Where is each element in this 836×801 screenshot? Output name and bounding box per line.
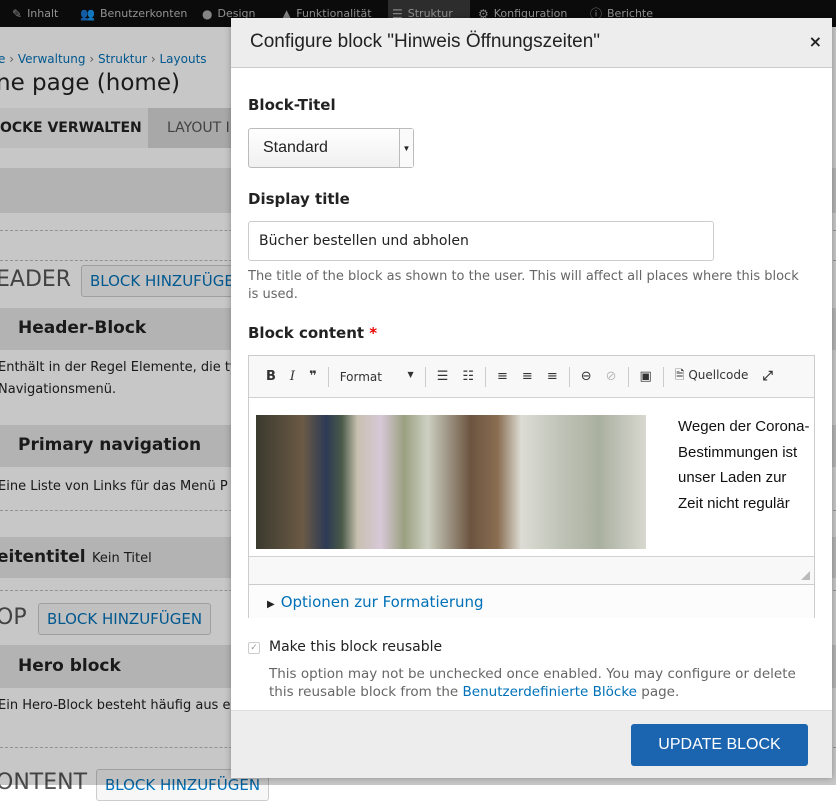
display-title-help: The title of the block as shown to the u… — [248, 269, 799, 302]
separator — [568, 366, 570, 387]
unlink-icon[interactable]: ⊘ — [599, 369, 624, 384]
format-dropdown[interactable]: Format ▼ — [333, 370, 421, 384]
source-label: Quellcode — [688, 368, 749, 382]
required-marker: * — [369, 324, 378, 342]
blockquote-button[interactable]: ❞ — [302, 369, 324, 384]
chevron-down-icon: ▼ — [407, 369, 414, 379]
custom-blocks-link[interactable]: Benutzerdefinierte Blöcke — [463, 684, 637, 700]
close-icon[interactable]: × — [809, 32, 822, 51]
dialog-title: Configure block "Hinweis Öffnungszeiten" — [250, 31, 601, 52]
editor-text: Wegen der Corona-Bestimmungen ist unser … — [678, 418, 810, 512]
separator — [327, 366, 329, 387]
display-title-input[interactable] — [248, 221, 714, 261]
configure-block-dialog: Configure block "Hinweis Öffnungszeiten"… — [231, 18, 832, 778]
update-block-button[interactable]: UPDATE BLOCK — [631, 724, 808, 766]
separator — [424, 366, 426, 387]
label-text: Block content — [248, 324, 365, 342]
editor-statusbar — [249, 556, 814, 584]
help-text: page. — [636, 684, 680, 700]
separator — [485, 366, 487, 387]
reusable-help: This option may not be unchecked once en… — [269, 665, 819, 701]
chevron-down-icon: ▼ — [399, 129, 413, 167]
align-right-icon[interactable]: ≡ — [540, 369, 565, 384]
dialog-header: Configure block "Hinweis Öffnungszeiten"… — [231, 18, 832, 68]
separator — [627, 366, 629, 387]
numbered-list-icon[interactable]: ☷ — [455, 369, 481, 384]
italic-button[interactable]: I — [283, 369, 302, 384]
resize-handle[interactable] — [801, 571, 810, 580]
separator — [662, 366, 664, 387]
source-button[interactable]: 🗎 Quellcode — [668, 366, 756, 387]
triangle-right-icon: ▶ — [267, 599, 275, 610]
align-center-icon[interactable]: ≡ — [515, 369, 540, 384]
formatting-options-toggle[interactable]: ▶ Optionen zur Formatierung — [249, 584, 814, 618]
bulleted-list-icon[interactable]: ☰ — [430, 369, 456, 384]
image-icon[interactable]: ▣ — [633, 369, 659, 384]
dialog-footer: UPDATE BLOCK — [231, 710, 832, 778]
editor-content[interactable]: Wegen der Corona-Bestimmungen ist unser … — [249, 398, 814, 556]
bookshop-image — [256, 415, 646, 549]
reusable-label: Make this block reusable — [269, 639, 443, 655]
block-title-select[interactable]: Standard ▼ — [248, 128, 414, 168]
align-left-icon[interactable]: ≡ — [490, 369, 515, 384]
block-title-label: Block-Titel — [248, 96, 336, 114]
block-content-label: Block content * — [248, 324, 377, 342]
select-value: Standard — [263, 139, 328, 156]
maximize-icon[interactable]: ⤢ — [755, 369, 779, 384]
bold-button[interactable]: B — [259, 369, 283, 384]
editor-toolbar: B I ❞ Format ▼ ☰ ☷ ≡ ≡ ≡ ⊖ ⊘ ▣ 🗎 Quellcod… — [249, 356, 814, 398]
rich-text-editor: B I ❞ Format ▼ ☰ ☷ ≡ ≡ ≡ ⊖ ⊘ ▣ 🗎 Quellcod… — [248, 355, 815, 618]
formatting-options-link[interactable]: Optionen zur Formatierung — [281, 593, 484, 611]
reusable-checkbox[interactable]: ✓ — [248, 642, 260, 654]
display-title-label: Display title — [248, 190, 350, 208]
format-label: Format — [339, 369, 382, 384]
link-icon[interactable]: ⊖ — [574, 369, 599, 384]
source-icon: 🗎 — [674, 368, 685, 382]
